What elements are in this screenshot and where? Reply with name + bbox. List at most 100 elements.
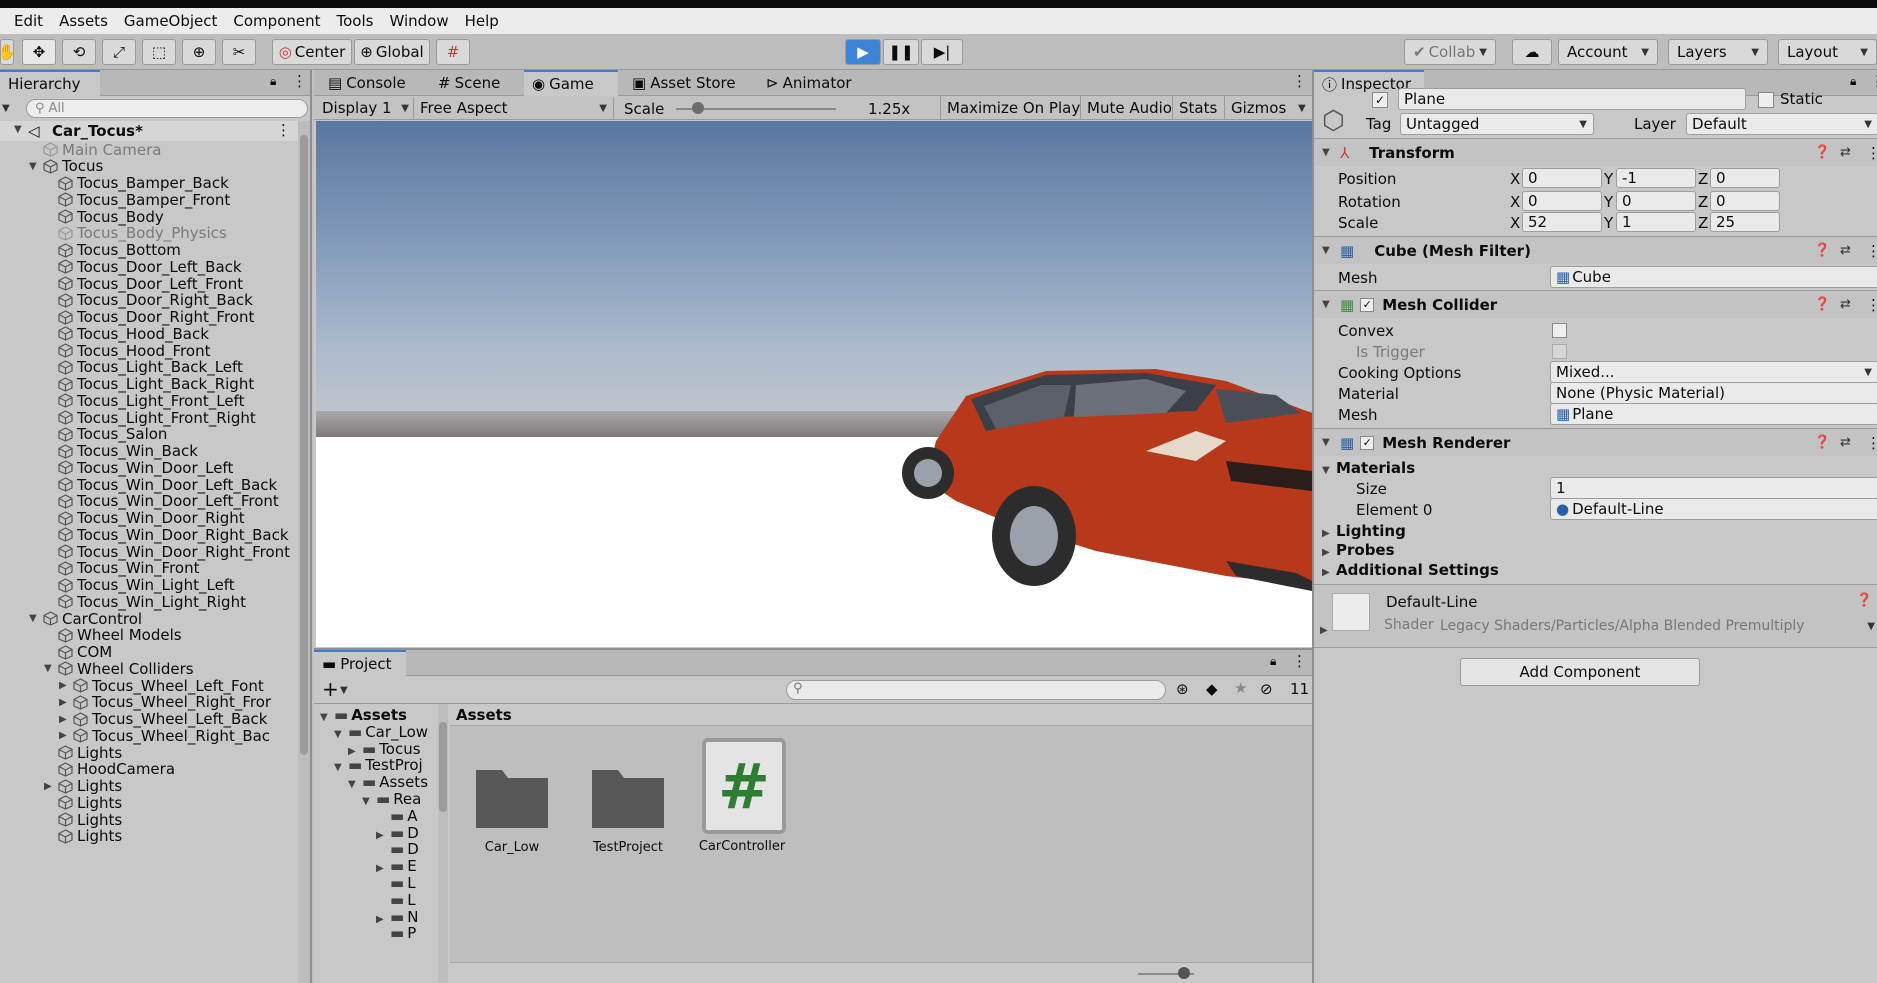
help-icon[interactable]: ❓: [1814, 297, 1830, 312]
step-button[interactable]: ▶|: [921, 39, 963, 65]
expand-triangle-icon[interactable]: ▼: [320, 712, 334, 723]
stats-toggle[interactable]: Stats: [1172, 96, 1223, 120]
cooking-options-dropdown[interactable]: Mixed... ▼: [1550, 361, 1877, 383]
static-checkbox[interactable]: [1758, 92, 1774, 108]
pivot-center-button[interactable]: ◎ Center: [272, 39, 352, 65]
tab-asset-store[interactable]: ▣ Asset Store: [624, 70, 744, 96]
hierarchy-item[interactable]: Tocus_Door_Left_Back: [44, 258, 242, 276]
tag-dropdown[interactable]: Untagged ▼: [1400, 113, 1594, 135]
pause-button[interactable]: ❚❚: [883, 39, 919, 65]
scale-x-field[interactable]: 52: [1522, 212, 1602, 232]
kebab-menu-icon[interactable]: ⋮: [1292, 72, 1307, 90]
kebab-menu-icon[interactable]: ⋮: [1292, 652, 1307, 670]
expand-triangle-icon[interactable]: ▼: [334, 762, 348, 773]
project-tree-item[interactable]: ▬ D: [376, 840, 419, 858]
tab-game[interactable]: ◉ Game: [524, 70, 618, 96]
hierarchy-item[interactable]: ▶ Tocus_Wheel_Right_Bac: [59, 727, 270, 745]
hierarchy-item[interactable]: Tocus_Salon: [44, 425, 167, 443]
expand-triangle-icon[interactable]: ▶: [59, 697, 73, 708]
hierarchy-item[interactable]: Tocus_Win_Light_Right: [44, 593, 246, 611]
expand-triangle-icon[interactable]: ▶: [1320, 625, 1334, 636]
hierarchy-item[interactable]: Tocus_Win_Back: [44, 442, 198, 460]
scale-tool-button[interactable]: ⤢: [102, 39, 136, 65]
expand-triangle-icon[interactable]: ▶: [59, 730, 73, 741]
expand-triangle-icon[interactable]: ▼: [1322, 147, 1336, 158]
tab-project[interactable]: ▬ Project: [314, 650, 406, 676]
mute-audio-toggle[interactable]: Mute Audio: [1080, 96, 1178, 120]
is-trigger-checkbox[interactable]: [1552, 344, 1567, 359]
hierarchy-item[interactable]: Wheel Models: [44, 626, 182, 644]
hierarchy-item[interactable]: Tocus_Win_Door_Right_Back: [44, 526, 289, 544]
hierarchy-item[interactable]: ▶ Lights: [44, 777, 122, 795]
project-tree-item[interactable]: ▶ ▬ D: [376, 824, 419, 842]
account-dropdown[interactable]: Account ▼: [1558, 39, 1658, 65]
expand-triangle-icon[interactable]: ▼: [1322, 245, 1336, 256]
expand-triangle-icon[interactable]: ▶: [376, 914, 390, 925]
lock-icon[interactable]: 🔒︎: [1850, 74, 1856, 89]
collider-mesh-field[interactable]: ▦ Plane: [1550, 403, 1877, 425]
move-tool-button[interactable]: ✥: [22, 39, 56, 65]
mesh-filter-header[interactable]: ▼ ▦ Cube (Mesh Filter) ❓ ⇄ ⋮: [1314, 236, 1877, 264]
preset-icon[interactable]: ⇄: [1840, 145, 1851, 160]
project-search-input[interactable]: ⚲: [786, 680, 1166, 700]
menu-help[interactable]: Help: [465, 12, 499, 30]
help-icon[interactable]: ❓: [1856, 593, 1872, 608]
mesh-renderer-header[interactable]: ▼ ▦ ✓ Mesh Renderer ❓ ⇄ ⋮: [1314, 428, 1877, 456]
expand-triangle-icon[interactable]: ▼: [44, 663, 58, 674]
hierarchy-item[interactable]: ▶ Tocus_Wheel_Left_Font: [59, 677, 264, 695]
layers-dropdown[interactable]: Layers ▼: [1668, 39, 1768, 65]
lighting-foldout[interactable]: ▶ Lighting: [1322, 522, 1406, 540]
project-tree-item[interactable]: ▼ ▬ Assets: [348, 773, 428, 791]
convex-checkbox[interactable]: [1552, 323, 1567, 338]
cloud-button[interactable]: ☁: [1512, 39, 1552, 65]
pivot-global-button[interactable]: ⊕ Global: [354, 39, 430, 65]
rect-tool-button[interactable]: ⬚: [142, 39, 176, 65]
project-tree-item[interactable]: ▬ L: [376, 891, 416, 909]
scale-slider-handle[interactable]: [692, 102, 704, 114]
component-menu-icon[interactable]: ⋮: [1866, 144, 1877, 162]
component-menu-icon[interactable]: ⋮: [1866, 242, 1877, 260]
preset-icon[interactable]: ⇄: [1840, 435, 1851, 450]
hierarchy-item[interactable]: Tocus_Light_Front_Right: [44, 409, 256, 427]
element-0-field[interactable]: ● Default-Line: [1550, 498, 1877, 520]
help-icon[interactable]: ❓: [1814, 243, 1830, 258]
display-dropdown[interactable]: Display 1 ▼: [318, 97, 414, 119]
kebab-menu-icon[interactable]: ⋮: [292, 72, 307, 90]
tab-hierarchy[interactable]: Hierarchy: [0, 70, 100, 96]
expand-triangle-icon[interactable]: ▶: [59, 680, 73, 691]
hierarchy-item[interactable]: COM: [44, 643, 112, 661]
layer-dropdown[interactable]: Default ▼: [1686, 113, 1877, 135]
hierarchy-item[interactable]: Tocus_Win_Door_Left: [44, 459, 233, 477]
custom-tool-button[interactable]: ✂: [222, 39, 256, 65]
additional-settings-foldout[interactable]: ▶ Additional Settings: [1322, 561, 1499, 579]
hierarchy-item[interactable]: Tocus_Bamper_Back: [44, 174, 229, 192]
hierarchy-item[interactable]: Main Camera: [29, 141, 161, 159]
snap-button[interactable]: #: [436, 39, 470, 65]
hierarchy-item[interactable]: Tocus_Hood_Back: [44, 325, 209, 343]
hierarchy-item[interactable]: Tocus_Door_Right_Back: [44, 291, 253, 309]
asset-carcontroller[interactable]: # CarController: [692, 738, 792, 864]
hand-tool-button[interactable]: ✋: [0, 39, 16, 65]
hierarchy-item[interactable]: Tocus_Bottom: [44, 241, 181, 259]
physic-material-field[interactable]: None (Physic Material): [1550, 382, 1877, 404]
add-asset-button[interactable]: +: [322, 677, 339, 701]
hierarchy-item[interactable]: Tocus_Win_Door_Right: [44, 509, 245, 527]
mesh-collider-enabled-checkbox[interactable]: ✓: [1360, 297, 1375, 312]
hierarchy-item[interactable]: Lights: [44, 827, 122, 845]
chevron-down-icon[interactable]: ▼: [340, 685, 348, 696]
expand-triangle-icon[interactable]: ▼: [1322, 437, 1336, 448]
mesh-renderer-enabled-checkbox[interactable]: ✓: [1360, 435, 1375, 450]
hierarchy-item[interactable]: ▶ Tocus_Wheel_Right_Fror: [59, 693, 271, 711]
hierarchy-item[interactable]: ▼ CarControl: [29, 610, 142, 628]
component-menu-icon[interactable]: ⋮: [1866, 296, 1877, 314]
layout-dropdown[interactable]: Layout ▼: [1778, 39, 1877, 65]
hidden-eye-icon[interactable]: ⊘: [1260, 680, 1273, 698]
project-tree-item[interactable]: ▶ ▬ E: [376, 857, 417, 875]
project-tree-item[interactable]: ▶ ▬ N: [376, 908, 418, 926]
menu-tools[interactable]: Tools: [337, 12, 374, 30]
expand-triangle-icon[interactable]: ▼: [29, 613, 43, 624]
project-tree-item[interactable]: ▼ ▬ Car_Low: [334, 723, 428, 741]
hierarchy-item[interactable]: Tocus_Body: [44, 208, 164, 226]
hierarchy-item[interactable]: Tocus_Win_Door_Right_Front: [44, 543, 290, 561]
tab-scene[interactable]: # Scene: [430, 70, 508, 96]
